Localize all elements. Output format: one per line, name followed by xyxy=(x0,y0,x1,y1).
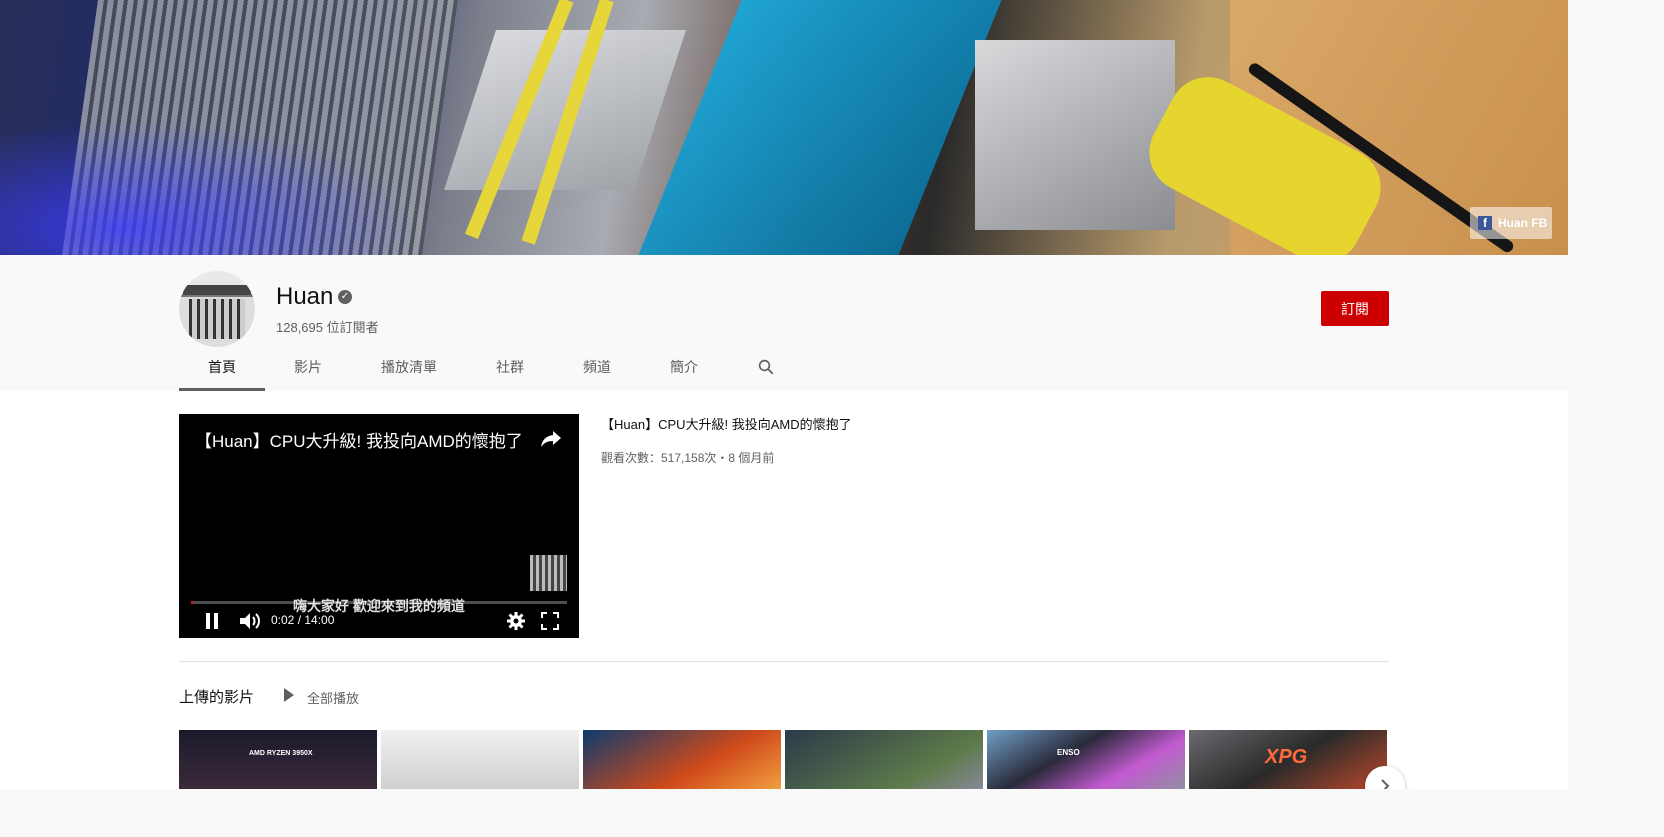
video-thumbnail[interactable] xyxy=(785,730,983,789)
fullscreen-icon[interactable] xyxy=(541,612,559,630)
play-icon[interactable] xyxy=(284,688,294,702)
tab-channels[interactable]: 頻道 xyxy=(553,344,641,391)
featured-video-title[interactable]: 【Huan】CPU大升級! 我投向AMD的懷抱了 xyxy=(601,414,852,433)
facebook-icon: f xyxy=(1478,216,1492,230)
facebook-link-label: Huan FB xyxy=(1498,216,1548,230)
player-title[interactable]: 【Huan】CPU大升級! 我投向AMD的懷抱了 xyxy=(195,427,523,452)
tab-playlists[interactable]: 播放清單 xyxy=(351,344,467,391)
video-thumbnail[interactable]: XPG xyxy=(1189,730,1387,789)
settings-gear-icon[interactable] xyxy=(507,612,525,630)
progress-fill xyxy=(191,601,193,604)
channel-watermark[interactable] xyxy=(530,555,567,591)
tab-videos[interactable]: 影片 xyxy=(265,344,351,391)
uploads-thumbnails: AMD RYZEN 3950X ENSO XPG xyxy=(179,730,1387,789)
thumbnail-text: XPG xyxy=(1265,746,1308,768)
featured-video-meta: 觀看次數：517,158次・8 個月前 xyxy=(601,451,775,465)
video-thumbnail[interactable]: ENSO xyxy=(987,730,1185,789)
chevron-right-icon xyxy=(1381,779,1390,789)
volume-icon[interactable] xyxy=(239,612,261,630)
tab-community[interactable]: 社群 xyxy=(467,344,553,391)
thumbnail-text: ENSO xyxy=(1057,748,1080,757)
channel-banner: f Huan FB xyxy=(0,0,1568,255)
pause-icon[interactable] xyxy=(205,612,219,630)
progress-bar[interactable] xyxy=(191,601,567,604)
subscriber-count: 128,695 位訂閱者 xyxy=(276,320,379,335)
featured-video-player[interactable]: 【Huan】CPU大升級! 我投向AMD的懷抱了 嗨大家好 歡迎來到我的頻道 0… xyxy=(179,414,579,638)
video-thumbnail[interactable]: AMD RYZEN 3950X xyxy=(179,730,377,789)
subscribe-button[interactable]: 訂閱 xyxy=(1321,291,1389,326)
channel-avatar[interactable] xyxy=(179,271,255,347)
search-icon[interactable] xyxy=(757,358,775,376)
channel-name: Huan xyxy=(276,283,334,310)
channel-tabs: 首頁 影片 播放清單 社群 頻道 簡介 xyxy=(179,344,727,391)
verified-icon: ✓ xyxy=(338,290,352,304)
tab-about[interactable]: 簡介 xyxy=(641,344,727,391)
uploads-shelf-title[interactable]: 上傳的影片 xyxy=(179,686,254,707)
share-icon[interactable] xyxy=(539,426,563,450)
play-all-button[interactable]: 全部播放 xyxy=(307,688,359,707)
divider xyxy=(179,661,1389,662)
tab-home[interactable]: 首頁 xyxy=(179,344,265,391)
channel-page: f Huan FB Huan ✓ 128,695 位訂閱者 訂閱 首頁 影片 播… xyxy=(0,0,1568,789)
thumbnail-text: AMD RYZEN 3950X xyxy=(249,750,313,757)
video-thumbnail[interactable] xyxy=(381,730,579,789)
facebook-link[interactable]: f Huan FB xyxy=(1470,207,1552,239)
video-thumbnail[interactable] xyxy=(583,730,781,789)
time-display: 0:02 / 14:00 xyxy=(271,613,335,627)
